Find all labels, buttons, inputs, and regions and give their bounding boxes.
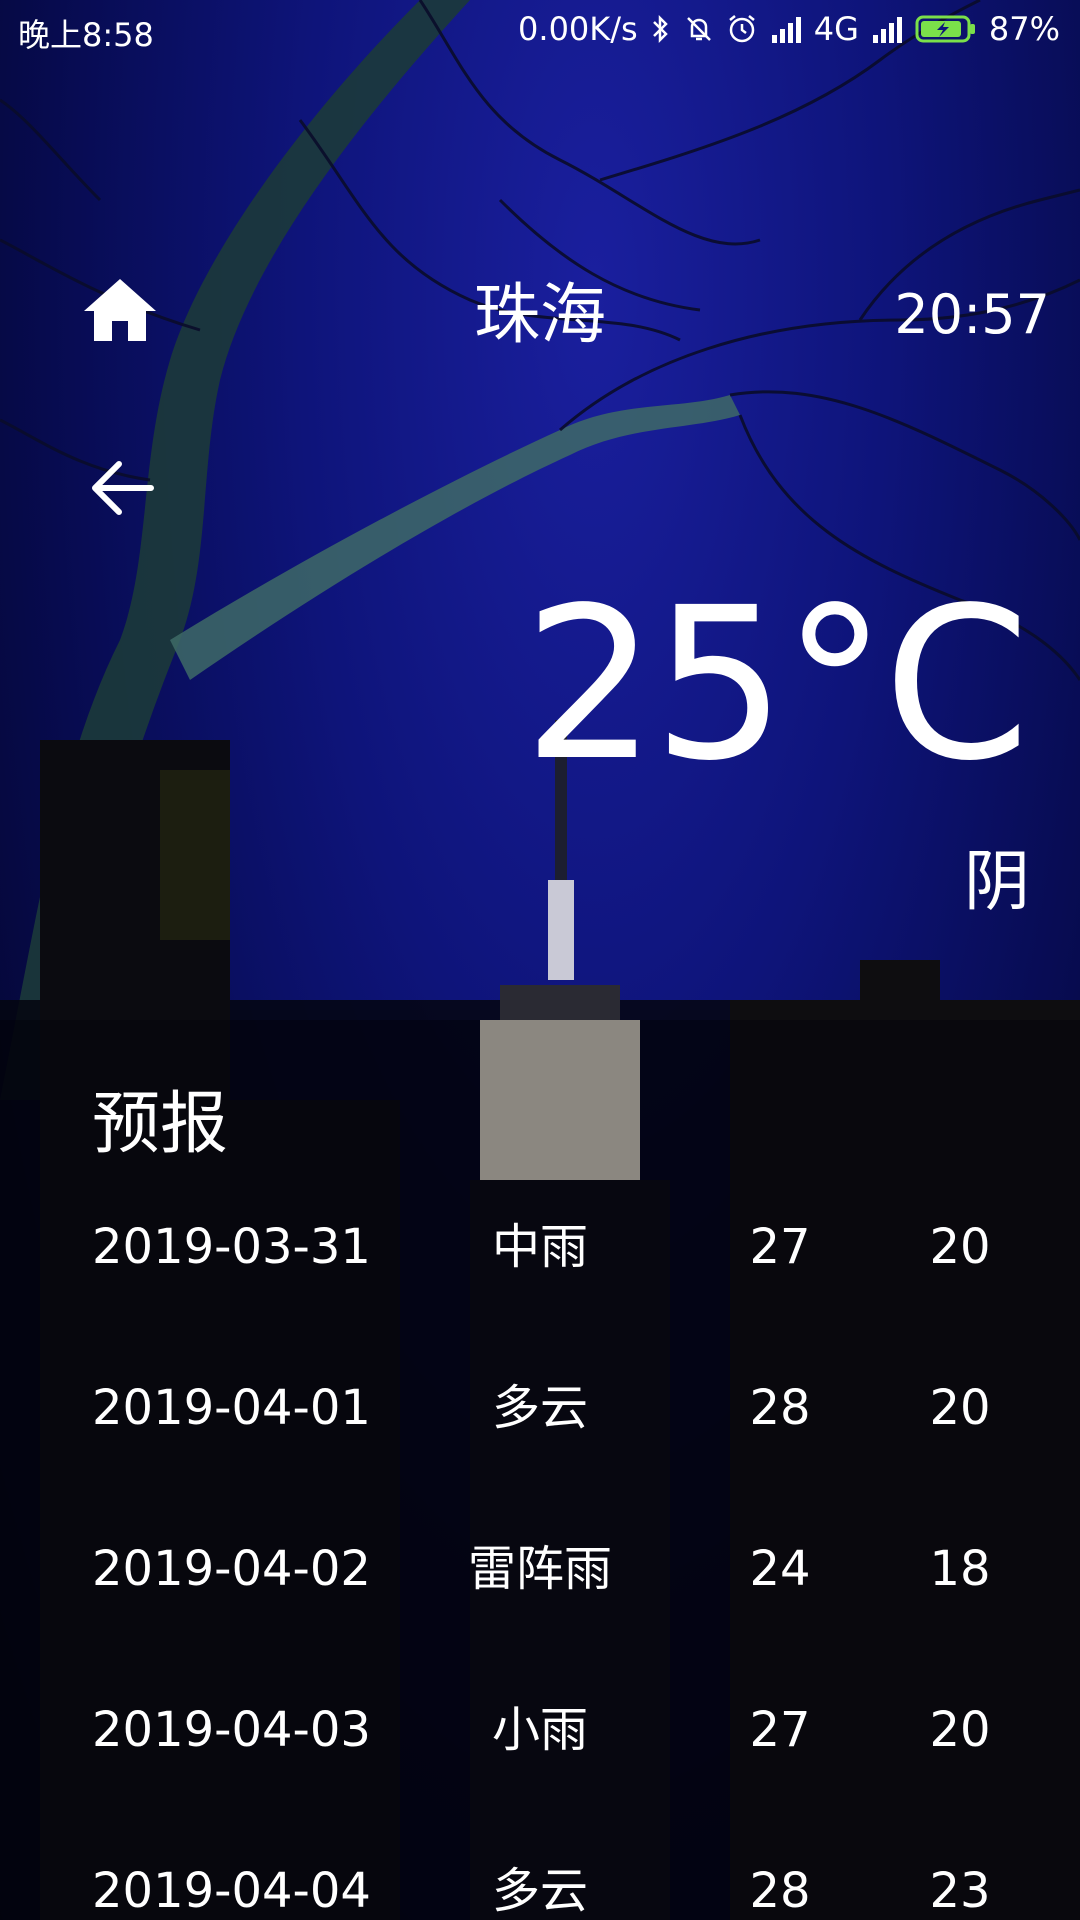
- forecast-weather: 多云: [491, 1380, 588, 1436]
- status-time: 晚上8:58: [18, 16, 154, 54]
- forecast-weather: 中雨: [491, 1219, 588, 1275]
- current-condition: 阴: [964, 843, 1030, 920]
- weather-screen: 晚上8:58 0.00K/s 4G 87% 珠海 20:57 25°C 阴 预报…: [0, 0, 1080, 1920]
- battery-charging-icon: [915, 14, 977, 44]
- network-type: 4G: [813, 10, 859, 48]
- forecast-max: 28: [749, 1380, 811, 1436]
- back-button[interactable]: [82, 448, 162, 528]
- forecast-max: 28: [749, 1863, 811, 1919]
- forecast-row: 2019-04-03 小雨 27 20: [0, 1695, 1080, 1765]
- forecast-date: 2019-04-04: [92, 1863, 371, 1919]
- forecast-weather: 多云: [491, 1863, 588, 1919]
- forecast-date: 2019-03-31: [92, 1219, 371, 1275]
- forecast-date: 2019-04-01: [92, 1380, 371, 1436]
- header: 珠海 20:57: [0, 270, 1080, 360]
- forecast-weather: 小雨: [491, 1702, 588, 1758]
- status-icons: 0.00K/s 4G 87%: [518, 10, 1060, 48]
- signal-icon-secondary: [871, 15, 903, 43]
- forecast-min: 20: [929, 1380, 991, 1436]
- current-temperature: 25°C: [523, 562, 1030, 807]
- forecast-panel: 预报 2019-03-31 中雨 27 20 2019-04-01 多云 28 …: [0, 1020, 1080, 1920]
- forecast-row: 2019-04-01 多云 28 20: [0, 1373, 1080, 1443]
- forecast-weather: 雷阵雨: [467, 1541, 612, 1597]
- bluetooth-icon: [650, 14, 672, 44]
- alarm-icon: [726, 13, 758, 45]
- forecast-title: 预报: [92, 1085, 229, 1164]
- forecast-min: 23: [929, 1863, 991, 1919]
- signal-icon: [770, 15, 802, 43]
- forecast-max: 27: [749, 1219, 811, 1275]
- forecast-max: 27: [749, 1702, 811, 1758]
- forecast-date: 2019-04-03: [92, 1702, 371, 1758]
- forecast-date: 2019-04-02: [92, 1541, 371, 1597]
- network-speed: 0.00K/s: [518, 10, 638, 48]
- status-bar: 晚上8:58 0.00K/s 4G 87%: [0, 0, 1080, 62]
- arrow-left-icon: [92, 461, 154, 515]
- bell-off-icon: [684, 14, 714, 44]
- forecast-min: 20: [929, 1702, 991, 1758]
- battery-percent: 87%: [988, 10, 1060, 48]
- forecast-row: 2019-04-04 多云 28 23: [0, 1856, 1080, 1920]
- forecast-max: 24: [749, 1541, 811, 1597]
- forecast-row: 2019-03-31 中雨 27 20: [0, 1212, 1080, 1282]
- forecast-min: 18: [929, 1541, 991, 1597]
- forecast-min: 20: [929, 1219, 991, 1275]
- forecast-row: 2019-04-02 雷阵雨 24 18: [0, 1534, 1080, 1604]
- update-time: 20:57: [894, 283, 1050, 346]
